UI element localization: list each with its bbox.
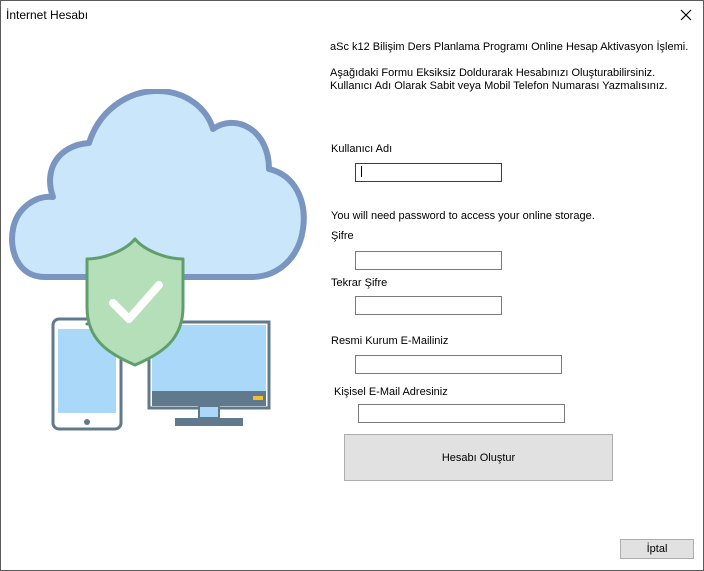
- intro-line-1: Aşağıdaki Formu Eksiksiz Doldurarak Hesa…: [330, 67, 656, 79]
- shield-icon: [85, 237, 185, 367]
- intro-line-2: Kullanıcı Adı Olarak Sabit veya Mobil Te…: [330, 80, 668, 92]
- close-icon: [680, 9, 692, 21]
- username-label: Kullanıcı Adı: [331, 143, 393, 155]
- password-note: You will need password to access your on…: [331, 210, 595, 222]
- password-label: Şifre: [331, 230, 354, 242]
- title-bar: İnternet Hesabı: [1, 1, 703, 29]
- close-button[interactable]: [669, 1, 703, 29]
- username-field[interactable]: [355, 163, 502, 182]
- account-dialog: İnternet Hesabı aSc k12 Bilişim Ders Pla…: [0, 0, 704, 571]
- window-title: İnternet Hesabı: [6, 8, 89, 22]
- text-caret: [361, 166, 362, 177]
- cloud-icon: [9, 89, 307, 280]
- username-field-wrap: [355, 163, 502, 182]
- password-field[interactable]: [355, 251, 502, 270]
- personal-email-field[interactable]: [358, 404, 565, 423]
- personal-email-label: Kişisel E-Mail Adresiniz: [334, 386, 448, 398]
- create-account-button[interactable]: Hesabı Oluştur: [344, 434, 613, 481]
- institution-email-label: Resmi Kurum E-Mailiniz: [331, 335, 449, 347]
- password-repeat-label: Tekrar Şifre: [331, 277, 388, 289]
- institution-email-field[interactable]: [355, 355, 562, 374]
- intro-heading: aSc k12 Bilişim Ders Planlama Programı O…: [330, 41, 689, 53]
- cloud-security-illustration: [9, 89, 307, 431]
- cancel-button[interactable]: İptal: [620, 539, 694, 559]
- password-repeat-field[interactable]: [355, 296, 502, 315]
